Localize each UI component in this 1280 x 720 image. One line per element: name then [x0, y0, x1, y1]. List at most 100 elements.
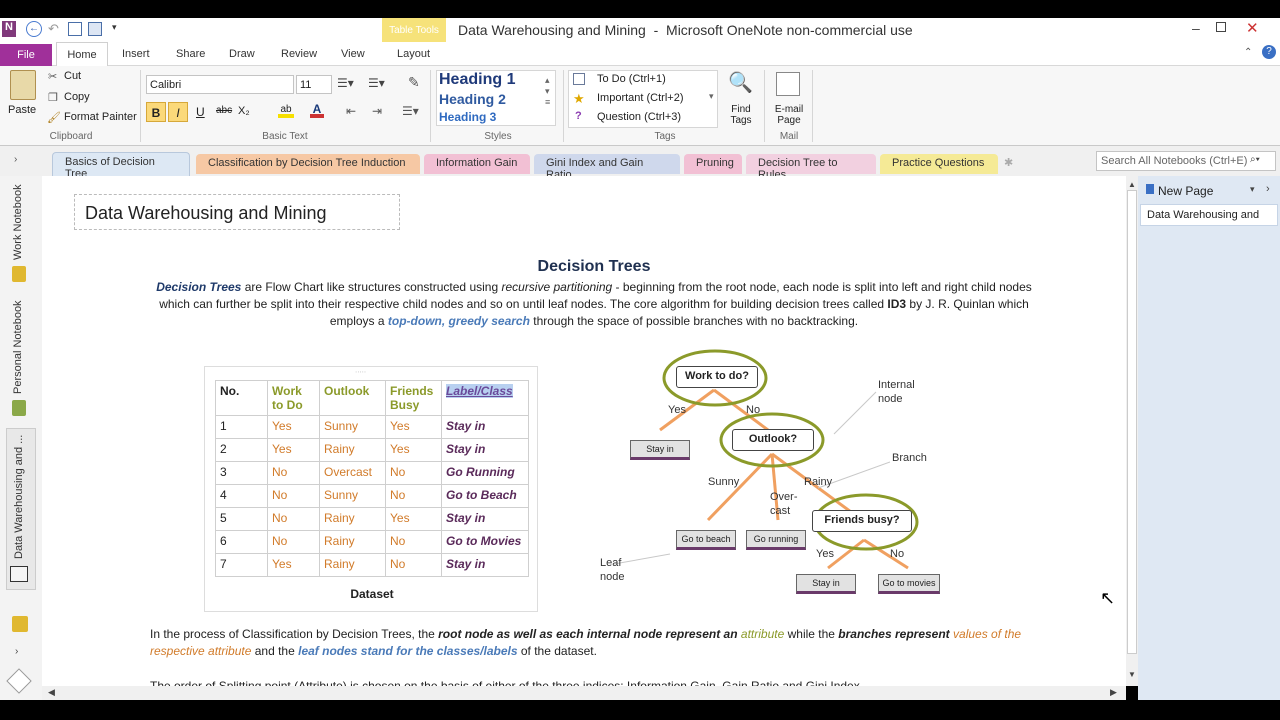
tags-dropdown-icon[interactable]: ▾	[709, 91, 714, 102]
restore-icon[interactable]	[1216, 22, 1226, 32]
header-cell: No.	[215, 380, 268, 416]
page-title[interactable]: Data Warehousing and Mining	[74, 194, 400, 230]
scroll-down-icon[interactable]: ▼	[1128, 670, 1136, 679]
bullets-icon[interactable]: ☰▾	[337, 76, 354, 90]
cell: 7	[215, 553, 268, 577]
section-tab-pruning[interactable]: Pruning	[684, 154, 742, 174]
pages-pane: New Page ▾ › Data Warehousing and	[1138, 176, 1280, 700]
search-input[interactable]: Search All Notebooks (Ctrl+E)	[1096, 151, 1276, 171]
cell: 4	[215, 484, 268, 508]
new-page-dropdown-icon[interactable]: ▾	[1250, 184, 1255, 195]
font-family-select[interactable]: Calibri	[146, 75, 294, 94]
unfiled-notes-icon[interactable]	[12, 616, 28, 632]
copy-button[interactable]: Copy	[64, 91, 90, 103]
font-size-select[interactable]: 11	[296, 75, 332, 94]
qat-dropdown-icon[interactable]: ▾	[112, 22, 117, 33]
style-heading-3[interactable]: Heading 3	[439, 110, 496, 124]
fullpage-icon[interactable]	[88, 22, 102, 36]
minimize-icon[interactable]: –	[1192, 20, 1200, 36]
notebook-work[interactable]: Work Notebook	[12, 184, 24, 260]
indent-icon[interactable]: ⇥	[372, 104, 382, 118]
section-tab-practice-questions[interactable]: Practice Questions	[880, 154, 998, 174]
tags-gallery[interactable]: To Do (Ctrl+1) ★ Important (Ctrl+2) ? Qu…	[568, 70, 718, 128]
underline-button[interactable]: U	[196, 105, 205, 119]
section-tab-information-gain[interactable]: Information Gain	[424, 154, 530, 174]
new-page-button[interactable]: New Page	[1158, 184, 1213, 198]
cell: Yes	[385, 438, 442, 462]
back-icon[interactable]: ←	[26, 21, 42, 37]
clear-formatting-icon[interactable]: ✎	[408, 74, 420, 91]
new-section-icon[interactable]: ✱	[1004, 156, 1013, 169]
table-row: 7 Yes Rainy No Stay in	[215, 553, 529, 577]
dock-icon[interactable]	[68, 22, 82, 36]
italic-button[interactable]: I	[168, 102, 188, 122]
scroll-up-icon[interactable]: ▲	[1128, 180, 1136, 189]
cut-button[interactable]: Cut	[64, 70, 81, 82]
section-tab-classification[interactable]: Classification by Decision Tree Inductio…	[196, 154, 420, 174]
subscript-button[interactable]: X₂	[238, 105, 250, 117]
style-heading-1[interactable]: Heading 1	[439, 71, 515, 89]
drag-handle[interactable]: ∙∙∙∙∙	[355, 367, 366, 376]
outdent-icon[interactable]: ⇤	[346, 104, 356, 118]
question-icon: ?	[575, 110, 582, 122]
separator	[563, 70, 564, 142]
expand-icon[interactable]: ›	[15, 646, 18, 657]
style-heading-2[interactable]: Heading 2	[439, 91, 506, 107]
email-page-button[interactable]: E-mail Page	[770, 104, 808, 126]
bold-button[interactable]: B	[146, 102, 166, 122]
basic-text-group-label: Basic Text	[262, 131, 308, 142]
tag-important[interactable]: Important (Ctrl+2)	[597, 92, 684, 104]
find-tags-button[interactable]: Find Tags	[726, 104, 756, 126]
dataset-table[interactable]: No. Work to Do Outlook Friends Busy Labe…	[215, 380, 529, 577]
tags-group-label: Tags	[654, 131, 676, 142]
section-tab-basics[interactable]: Basics of Decision Tree	[52, 152, 190, 180]
header-cell: Label/Class	[441, 380, 529, 416]
tab-insert[interactable]: Insert	[122, 48, 150, 60]
align-icon[interactable]: ☰▾	[402, 104, 419, 118]
scroll-right-icon[interactable]: ▶	[1110, 687, 1117, 698]
notebook-personal[interactable]: Personal Notebook	[12, 300, 24, 394]
tab-view[interactable]: View	[341, 48, 365, 60]
undo-icon[interactable]: ↶	[48, 21, 59, 37]
ribbon: Paste ✂ Cut ❐ Copy 🖌 Format Painter Clip…	[0, 66, 1280, 146]
tab-layout[interactable]: Layout	[397, 48, 430, 60]
tag-todo[interactable]: To Do (Ctrl+1)	[597, 73, 666, 85]
notebook-icon	[12, 400, 26, 416]
page-list-item[interactable]: Data Warehousing and	[1140, 204, 1278, 226]
edge-label-no: No	[746, 404, 761, 416]
tools-icon[interactable]	[6, 668, 32, 694]
tab-file[interactable]: File	[0, 44, 52, 66]
tab-draw[interactable]: Draw	[229, 48, 255, 60]
tree-node-root: Work to do?	[676, 366, 758, 388]
splitting-paragraph: The order of Splitting point (Attribute)…	[150, 679, 860, 686]
section-tab-decision-tree-rules[interactable]: Decision Tree to Rules	[746, 154, 876, 181]
tab-home[interactable]: Home	[56, 42, 108, 67]
cell: No	[385, 461, 442, 485]
font-color-icon[interactable]: A	[310, 102, 324, 118]
styles-scroll-icon[interactable]: ▴ ▾ ≡	[545, 75, 550, 107]
strikethrough-button[interactable]: abc	[216, 105, 232, 116]
format-painter-button[interactable]: Format Painter	[64, 111, 137, 123]
expand-navigation-icon[interactable]: ›	[14, 154, 17, 165]
cell: Rainy	[319, 530, 386, 554]
tag-question[interactable]: Question (Ctrl+3)	[597, 111, 681, 123]
collapse-pane-icon[interactable]: ›	[1266, 183, 1270, 195]
numbering-icon[interactable]: ☰▾	[368, 76, 385, 90]
tab-review[interactable]: Review	[281, 48, 317, 60]
styles-gallery[interactable]: Heading 1 Heading 2 Heading 3 ▴ ▾ ≡	[436, 70, 556, 126]
paste-button[interactable]: Paste	[8, 104, 36, 116]
scroll-left-icon[interactable]: ◀	[48, 687, 55, 698]
collapse-ribbon-icon[interactable]: ⌃	[1244, 47, 1252, 58]
highlight-icon[interactable]: ab	[278, 104, 294, 118]
horizontal-scrollbar[interactable]: ◀ ▶	[42, 686, 1126, 700]
section-tab-gini-index[interactable]: Gini Index and Gain Ratio	[534, 154, 680, 181]
close-icon[interactable]: ✕	[1246, 19, 1259, 37]
help-icon[interactable]: ?	[1262, 45, 1276, 59]
header-cell: Work to Do	[267, 380, 320, 416]
tab-share[interactable]: Share	[176, 48, 205, 60]
notebook-icon	[12, 266, 26, 282]
cell: Go to Beach	[441, 484, 529, 508]
paste-icon[interactable]	[10, 70, 36, 100]
vertical-scrollbar[interactable]: ▲ ▼	[1126, 176, 1138, 686]
term-attribute: attribute	[737, 627, 785, 641]
